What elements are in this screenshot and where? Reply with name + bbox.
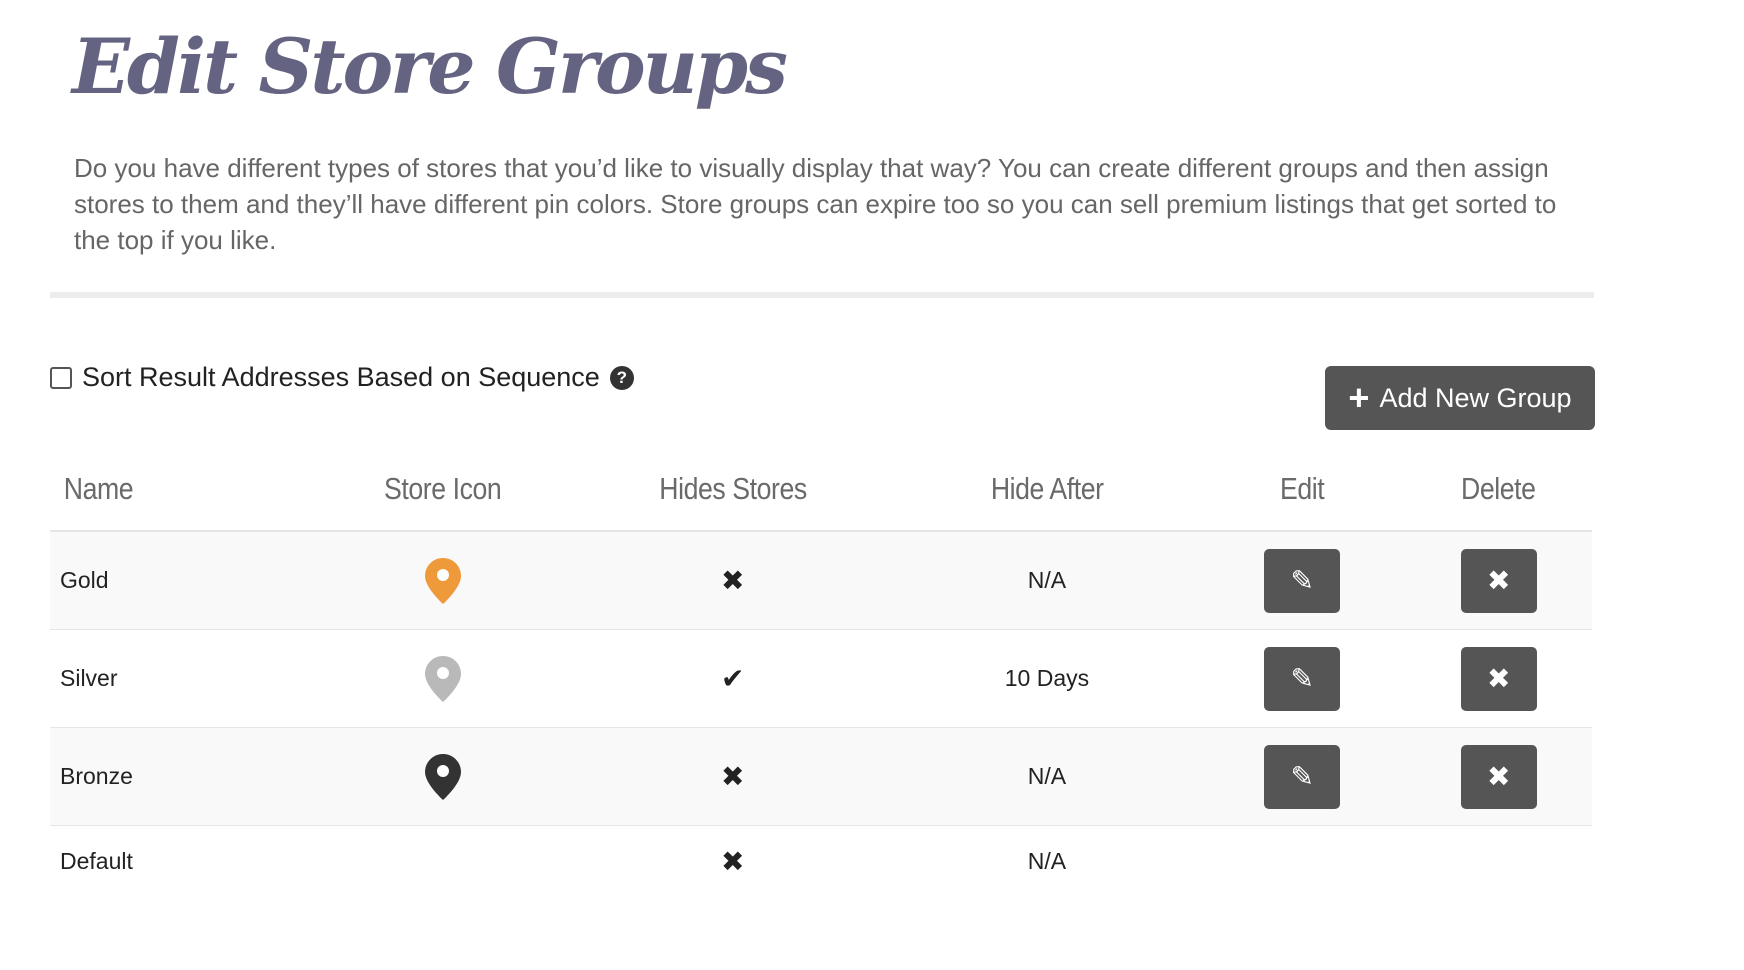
table-row: Default ✖ N/A <box>50 826 1592 896</box>
close-icon: ✖ <box>1486 565 1511 596</box>
table-row: Bronze ✖ N/A ✎ ✖ <box>50 728 1592 826</box>
hides-stores-no-icon: ✖ <box>720 845 745 877</box>
close-icon: ✖ <box>1486 761 1511 792</box>
pencil-icon: ✎ <box>1290 565 1315 596</box>
add-new-group-label: Add New Group <box>1379 382 1572 413</box>
hide-after-value: 10 Days <box>1004 665 1090 691</box>
plus-icon: + <box>1348 377 1370 418</box>
close-icon: ✖ <box>1486 663 1511 694</box>
edit-button[interactable]: ✎ <box>1264 548 1341 613</box>
store-pin-icon <box>315 752 570 802</box>
group-name: Gold <box>60 567 109 593</box>
add-new-group-button[interactable]: + Add New Group <box>1325 366 1595 430</box>
page-description: Do you have different types of stores th… <box>74 153 1557 255</box>
sort-by-sequence-option[interactable]: Sort Result Addresses Based on Sequence … <box>50 362 634 393</box>
group-name: Default <box>60 847 133 874</box>
hide-after-value: N/A <box>1027 847 1067 874</box>
group-name: Bronze <box>60 763 133 789</box>
store-pin-icon <box>315 654 570 704</box>
table-row: Silver ✔ 10 Days ✎ ✖ <box>50 630 1592 728</box>
pencil-icon: ✎ <box>1290 663 1315 694</box>
question-circle-icon[interactable]: ? <box>609 365 634 390</box>
sort-by-sequence-checkbox[interactable] <box>50 366 72 389</box>
hides-stores-no-icon: ✖ <box>720 565 745 596</box>
header-edit: Edit <box>1280 471 1325 506</box>
header-store-icon: Store Icon <box>384 471 502 506</box>
header-hides-stores: Hides Stores <box>659 471 807 506</box>
header-delete: Delete <box>1461 471 1536 506</box>
header-name: Name <box>63 471 134 506</box>
group-name: Silver <box>60 665 118 691</box>
hide-after-value: N/A <box>1027 567 1067 593</box>
edit-button[interactable]: ✎ <box>1264 744 1341 809</box>
header-hide-after: Hide After <box>990 471 1104 506</box>
delete-button[interactable]: ✖ <box>1460 744 1537 809</box>
table-header: Name Store Icon Hides Stores Hide After … <box>50 448 1592 532</box>
store-groups-table: Name Store Icon Hides Stores Hide After … <box>50 448 1592 896</box>
store-pin-icon <box>315 556 570 606</box>
delete-button[interactable]: ✖ <box>1460 646 1537 711</box>
table-row: Gold ✖ N/A ✎ ✖ <box>50 532 1592 630</box>
delete-button[interactable]: ✖ <box>1460 548 1537 613</box>
page-title: Edit Store Groups <box>72 22 788 111</box>
hides-stores-no-icon: ✖ <box>720 761 745 792</box>
sort-by-sequence-label: Sort Result Addresses Based on Sequence <box>82 362 600 392</box>
section-divider <box>50 292 1594 298</box>
hides-stores-yes-icon: ✔ <box>720 663 745 694</box>
pencil-icon: ✎ <box>1290 761 1315 792</box>
hide-after-value: N/A <box>1027 763 1067 789</box>
edit-button[interactable]: ✎ <box>1264 646 1341 711</box>
